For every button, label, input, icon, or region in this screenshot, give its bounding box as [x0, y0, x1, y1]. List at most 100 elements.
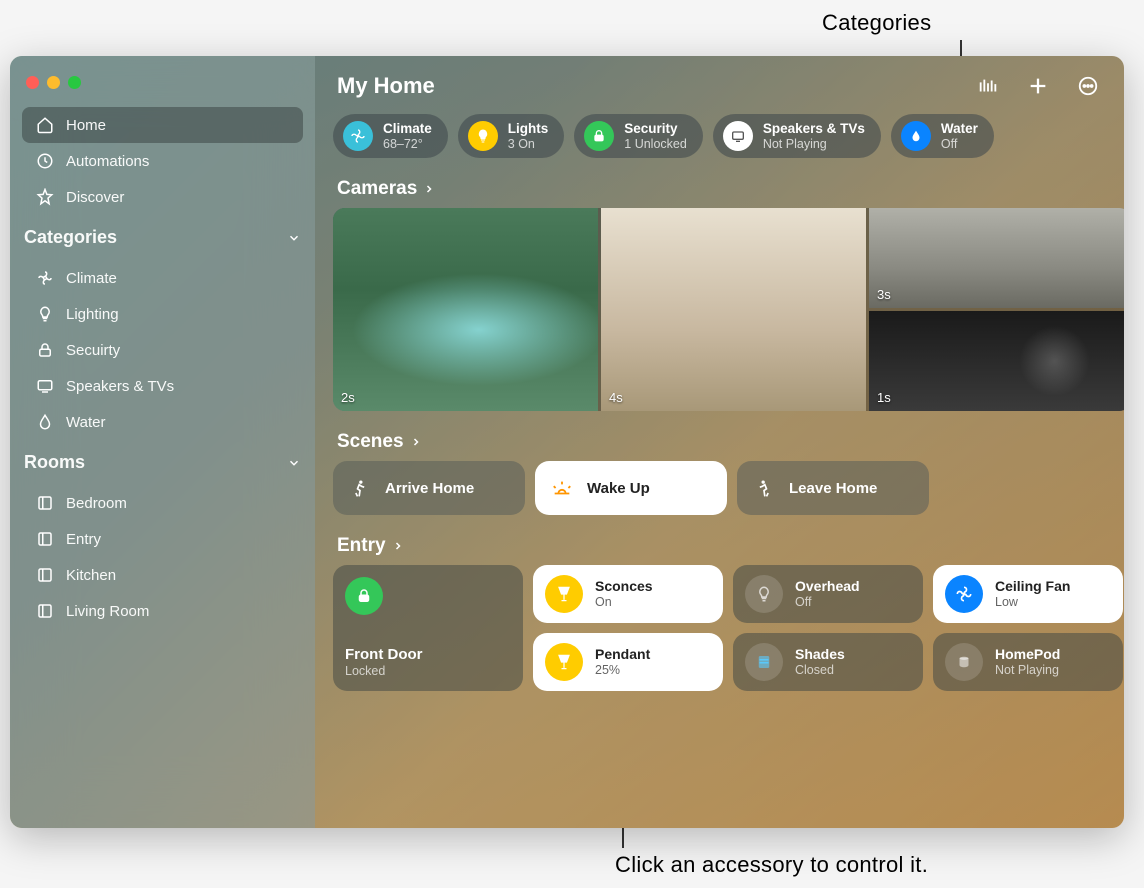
page-title: My Home — [337, 73, 435, 99]
category-lights[interactable]: Lights3 On — [458, 114, 565, 158]
category-water[interactable]: WaterOff — [891, 114, 994, 158]
water-icon — [34, 411, 56, 433]
fan-icon — [34, 267, 56, 289]
room-icon — [34, 600, 56, 622]
accessory-homepod[interactable]: HomePodNot Playing — [933, 633, 1123, 691]
category-status: Off — [941, 137, 978, 151]
accessory-status: On — [595, 595, 653, 610]
accessory-name: Shades — [795, 646, 845, 663]
title-actions — [974, 72, 1102, 100]
camera-tile[interactable]: 2s — [333, 208, 598, 411]
shades-icon — [745, 643, 783, 681]
sidebar-item-label: Secuirty — [66, 342, 120, 359]
scene-label: Wake Up — [587, 480, 650, 497]
accessory-status: Off — [795, 595, 860, 610]
ceilingfan-icon — [945, 575, 983, 613]
camera-timestamp: 2s — [341, 390, 355, 405]
room-icon — [34, 528, 56, 550]
sidebar-item-automations[interactable]: Automations — [22, 143, 303, 179]
maximize-button[interactable] — [68, 76, 81, 89]
chevron-right-icon — [410, 436, 422, 448]
accessory-overhead[interactable]: OverheadOff — [733, 565, 923, 623]
accessory-name: Pendant — [595, 646, 650, 663]
person-leave-icon — [751, 475, 777, 501]
entry-grid: Front DoorLocked SconcesOn OverheadOff C… — [315, 565, 1124, 709]
sidebar-item-living-room[interactable]: Living Room — [22, 593, 303, 629]
fan-icon — [343, 121, 373, 151]
sidebar-section-rooms[interactable]: Rooms — [10, 440, 315, 479]
chevron-right-icon — [423, 183, 435, 195]
category-speakers-tvs[interactable]: Speakers & TVsNot Playing — [713, 114, 881, 158]
sidebar-item-label: Lighting — [66, 306, 119, 323]
accessory-name: Ceiling Fan — [995, 578, 1070, 595]
accessory-pendant[interactable]: Pendant25% — [533, 633, 723, 691]
main-content: My Home Climate68–72° Lights — [315, 56, 1124, 828]
accessory-sconces[interactable]: SconcesOn — [533, 565, 723, 623]
sidebar-item-home[interactable]: Home — [22, 107, 303, 143]
sidebar-section-title: Rooms — [24, 452, 85, 473]
camera-timestamp: 4s — [609, 390, 623, 405]
accessory-shades[interactable]: ShadesClosed — [733, 633, 923, 691]
section-scenes[interactable]: Scenes — [315, 425, 1124, 461]
homepod-icon — [945, 643, 983, 681]
accessory-ceiling-fan[interactable]: Ceiling FanLow — [933, 565, 1123, 623]
room-icon — [34, 492, 56, 514]
scene-wake-up[interactable]: Wake Up — [535, 461, 727, 515]
category-label: Lights — [508, 121, 549, 137]
sidebar-item-label: Home — [66, 117, 106, 134]
sidebar-item-label: Water — [66, 414, 105, 431]
room-icon — [34, 564, 56, 586]
sidebar-item-speakers-tvs[interactable]: Speakers & TVs — [22, 368, 303, 404]
more-button[interactable] — [1074, 72, 1102, 100]
camera-tile[interactable]: 3s — [869, 208, 1124, 308]
sidebar-item-label: Entry — [66, 531, 101, 548]
sidebar-item-lighting[interactable]: Lighting — [22, 296, 303, 332]
camera-timestamp: 3s — [877, 287, 891, 302]
water-icon — [901, 121, 931, 151]
section-title: Cameras — [337, 178, 417, 200]
chevron-right-icon — [392, 540, 404, 552]
intercom-button[interactable] — [974, 72, 1002, 100]
scene-arrive-home[interactable]: Arrive Home — [333, 461, 525, 515]
sidebar-item-discover[interactable]: Discover — [22, 179, 303, 215]
star-icon — [34, 186, 56, 208]
scene-label: Leave Home — [789, 480, 877, 497]
sidebar-item-water[interactable]: Water — [22, 404, 303, 440]
close-button[interactable] — [26, 76, 39, 89]
sunrise-icon — [549, 475, 575, 501]
tv-icon — [34, 375, 56, 397]
category-status: 1 Unlocked — [624, 137, 687, 151]
sidebar-section-title: Categories — [24, 227, 117, 248]
annotation-categories: Categories — [822, 10, 931, 36]
app-window: Home Automations Discover Categories — [10, 56, 1124, 828]
sidebar-item-label: Automations — [66, 153, 149, 170]
camera-tile[interactable]: 4s — [601, 208, 866, 411]
section-entry[interactable]: Entry — [315, 529, 1124, 565]
sidebar-item-label: Bedroom — [66, 495, 127, 512]
lock-icon — [345, 577, 383, 615]
sidebar-item-label: Living Room — [66, 603, 149, 620]
minimize-button[interactable] — [47, 76, 60, 89]
accessory-status: Closed — [795, 663, 845, 678]
sidebar-item-security[interactable]: Secuirty — [22, 332, 303, 368]
category-security[interactable]: Security1 Unlocked — [574, 114, 703, 158]
sidebar-item-climate[interactable]: Climate — [22, 260, 303, 296]
category-climate[interactable]: Climate68–72° — [333, 114, 448, 158]
scene-leave-home[interactable]: Leave Home — [737, 461, 929, 515]
camera-tile[interactable]: 1s — [869, 311, 1124, 411]
category-label: Climate — [383, 121, 432, 137]
category-status: 68–72° — [383, 137, 432, 151]
add-button[interactable] — [1024, 72, 1052, 100]
sidebar-item-entry[interactable]: Entry — [22, 521, 303, 557]
chevron-down-icon — [287, 231, 301, 245]
lock-icon — [34, 339, 56, 361]
chevron-down-icon — [287, 456, 301, 470]
section-cameras[interactable]: Cameras — [315, 172, 1124, 208]
accessory-name: Overhead — [795, 578, 860, 595]
sidebar: Home Automations Discover Categories — [10, 56, 315, 828]
sidebar-item-label: Discover — [66, 189, 124, 206]
sidebar-item-bedroom[interactable]: Bedroom — [22, 485, 303, 521]
sidebar-item-kitchen[interactable]: Kitchen — [22, 557, 303, 593]
accessory-front-door[interactable]: Front DoorLocked — [333, 565, 523, 691]
sidebar-section-categories[interactable]: Categories — [10, 215, 315, 254]
